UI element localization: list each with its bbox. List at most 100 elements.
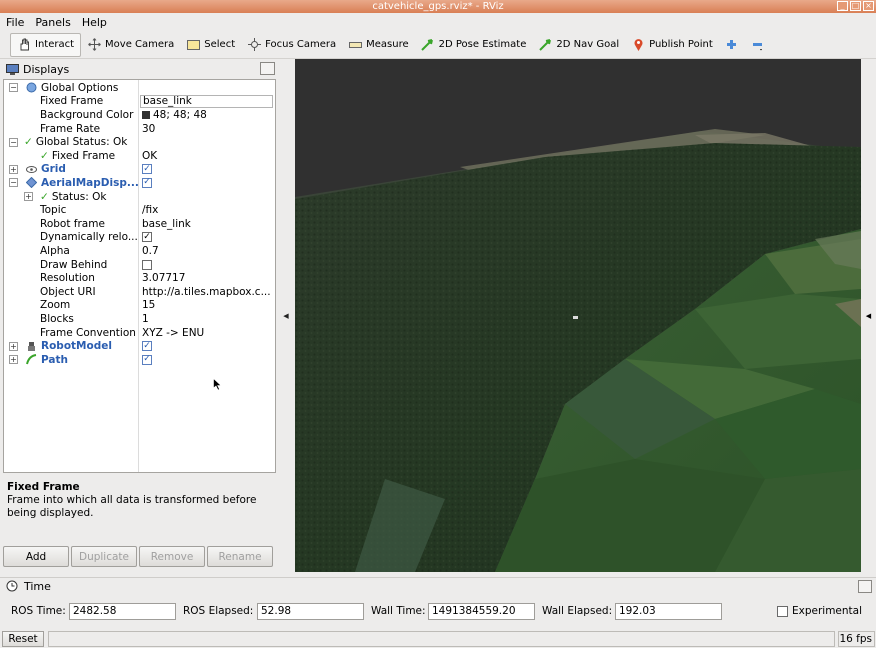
- aerial-map-enabled-checkbox[interactable]: ✓: [142, 177, 152, 188]
- tree-row-alpha[interactable]: Alpha 0.7: [4, 244, 275, 258]
- wall-elapsed-field[interactable]: 192.03: [615, 603, 722, 620]
- topic-label: Topic: [40, 204, 67, 217]
- check-ok-icon: ✓: [40, 149, 49, 162]
- frame-rate-label: Frame Rate: [40, 122, 101, 135]
- tree-row-global-options[interactable]: − Global Options: [4, 81, 275, 95]
- select-box-icon: [186, 38, 200, 52]
- path-enabled-checkbox[interactable]: ✓: [142, 354, 152, 365]
- undock-button[interactable]: [260, 62, 275, 75]
- blocks-value[interactable]: 1: [142, 313, 149, 325]
- fixed-frame-input[interactable]: base_link: [140, 94, 273, 108]
- nav-goal-tool-button[interactable]: 2D Nav Goal: [532, 33, 625, 57]
- measure-label: Measure: [366, 39, 409, 50]
- tree-row-dynamic-reload[interactable]: Dynamically relo... ✓: [4, 231, 275, 245]
- expand-icon[interactable]: +: [24, 192, 33, 202]
- robot-frame-value[interactable]: base_link: [142, 218, 191, 230]
- fixed-frame-label: Fixed Frame: [40, 95, 104, 108]
- interact-tool-button[interactable]: Interact: [10, 32, 82, 57]
- minimize-icon[interactable]: _: [837, 1, 848, 11]
- collapse-left-icon[interactable]: ◀: [283, 312, 288, 320]
- undock-button[interactable]: [858, 580, 872, 593]
- menu-help[interactable]: Help: [82, 16, 107, 29]
- color-swatch[interactable]: [142, 110, 150, 119]
- map-pin-icon: [631, 38, 645, 52]
- collapse-icon[interactable]: −: [9, 178, 18, 188]
- tree-row-status-ok[interactable]: + ✓ Status: Ok: [4, 190, 275, 204]
- remove-tool-button[interactable]: [745, 33, 771, 57]
- expand-icon[interactable]: +: [9, 164, 18, 174]
- duplicate-button[interactable]: Duplicate: [71, 546, 137, 567]
- frame-rate-value[interactable]: 30: [142, 123, 155, 135]
- dynamic-reload-checkbox[interactable]: ✓: [142, 232, 152, 243]
- close-icon[interactable]: ×: [863, 1, 874, 11]
- add-tool-button[interactable]: [719, 33, 745, 57]
- tree-row-frame-convention[interactable]: Frame Convention XYZ -> ENU: [4, 326, 275, 340]
- render-3d-view[interactable]: [295, 59, 861, 572]
- collapse-icon[interactable]: −: [9, 137, 18, 147]
- remove-button[interactable]: Remove: [139, 546, 205, 567]
- maximize-icon[interactable]: □: [850, 1, 861, 11]
- frame-convention-value[interactable]: XYZ -> ENU: [142, 327, 204, 339]
- right-splitter-handle[interactable]: ◀: [861, 59, 876, 572]
- select-tool-button[interactable]: Select: [180, 33, 241, 57]
- ros-time-label: ROS Time:: [11, 605, 66, 617]
- monitor-icon: [5, 63, 19, 77]
- alpha-value[interactable]: 0.7: [142, 245, 159, 257]
- tree-row-draw-behind[interactable]: Draw Behind: [4, 258, 275, 272]
- object-uri-label: Object URI: [40, 285, 96, 298]
- status-ok-label: Status: Ok: [51, 190, 107, 203]
- experimental-checkbox[interactable]: [777, 606, 788, 617]
- window-title: catvehicle_gps.rviz* - RViz: [372, 1, 504, 12]
- tree-row-object-uri[interactable]: Object URI http://a.tiles.mapbox.c...: [4, 285, 275, 299]
- pose-estimate-tool-button[interactable]: 2D Pose Estimate: [415, 33, 533, 57]
- ros-elapsed-field[interactable]: 52.98: [257, 603, 364, 620]
- object-uri-value[interactable]: http://a.tiles.mapbox.c...: [142, 286, 271, 298]
- zoom-value[interactable]: 15: [142, 299, 155, 311]
- tree-row-robot-model[interactable]: + RobotModel ✓: [4, 339, 275, 353]
- expand-icon[interactable]: +: [9, 355, 18, 365]
- tree-row-blocks[interactable]: Blocks 1: [4, 312, 275, 326]
- tree-row-robot-frame[interactable]: Robot frame base_link: [4, 217, 275, 231]
- measure-tool-button[interactable]: Measure: [342, 33, 415, 57]
- grid-enabled-checkbox[interactable]: ✓: [142, 164, 152, 175]
- publish-point-tool-button[interactable]: Publish Point: [625, 33, 719, 57]
- robot-model-enabled-checkbox[interactable]: ✓: [142, 341, 152, 352]
- collapse-right-icon[interactable]: ◀: [866, 312, 871, 320]
- draw-behind-checkbox[interactable]: [142, 259, 152, 270]
- move-camera-tool-button[interactable]: Move Camera: [81, 33, 180, 57]
- tree-row-global-status[interactable]: − ✓ Global Status: Ok: [4, 135, 275, 149]
- tree-row-resolution[interactable]: Resolution 3.07717: [4, 271, 275, 285]
- time-fields-row: ROS Time: 2482.58 ROS Elapsed: 52.98 Wal…: [0, 600, 876, 622]
- topic-value[interactable]: /fix: [142, 204, 158, 216]
- select-label: Select: [204, 39, 236, 50]
- add-button[interactable]: Add: [3, 546, 69, 567]
- hand-icon: [17, 38, 31, 52]
- displays-button-row: Add Duplicate Remove Rename: [3, 546, 276, 568]
- mouse-cursor-icon: [213, 377, 222, 394]
- menu-file[interactable]: File: [6, 16, 24, 29]
- check-ok-icon: ✓: [24, 136, 33, 149]
- grid-label: Grid: [41, 163, 66, 176]
- tree-row-aerial-map[interactable]: − AerialMapDisp... ✓: [4, 176, 275, 190]
- tool-bar: Interact Move Camera Select Focus Camera…: [0, 31, 876, 59]
- fps-indicator: 16 fps: [838, 631, 875, 647]
- menu-panels[interactable]: Panels: [35, 16, 70, 29]
- tree-row-fixed-frame[interactable]: Fixed Frame base_link: [4, 94, 275, 109]
- tree-row-background-color[interactable]: Background Color 48; 48; 48: [4, 108, 275, 122]
- expand-icon[interactable]: +: [9, 341, 18, 351]
- left-splitter-handle[interactable]: ◀: [278, 59, 294, 572]
- rename-button[interactable]: Rename: [207, 546, 273, 567]
- tree-row-path[interactable]: + Path ✓: [4, 353, 275, 367]
- tree-row-topic[interactable]: Topic /fix: [4, 203, 275, 217]
- focus-camera-tool-button[interactable]: Focus Camera: [241, 33, 342, 57]
- tree-row-grid[interactable]: + Grid ✓: [4, 163, 275, 177]
- interact-label: Interact: [35, 39, 75, 50]
- collapse-icon[interactable]: −: [9, 83, 18, 93]
- reset-button[interactable]: Reset: [2, 631, 44, 647]
- tree-row-frame-rate[interactable]: Frame Rate 30: [4, 122, 275, 136]
- status-message-area: [48, 631, 835, 647]
- wall-time-field[interactable]: 1491384559.20: [428, 603, 535, 620]
- tree-row-zoom[interactable]: Zoom 15: [4, 299, 275, 313]
- ros-time-field[interactable]: 2482.58: [69, 603, 176, 620]
- tree-row-gs-fixed-frame[interactable]: ✓ Fixed Frame OK: [4, 149, 275, 163]
